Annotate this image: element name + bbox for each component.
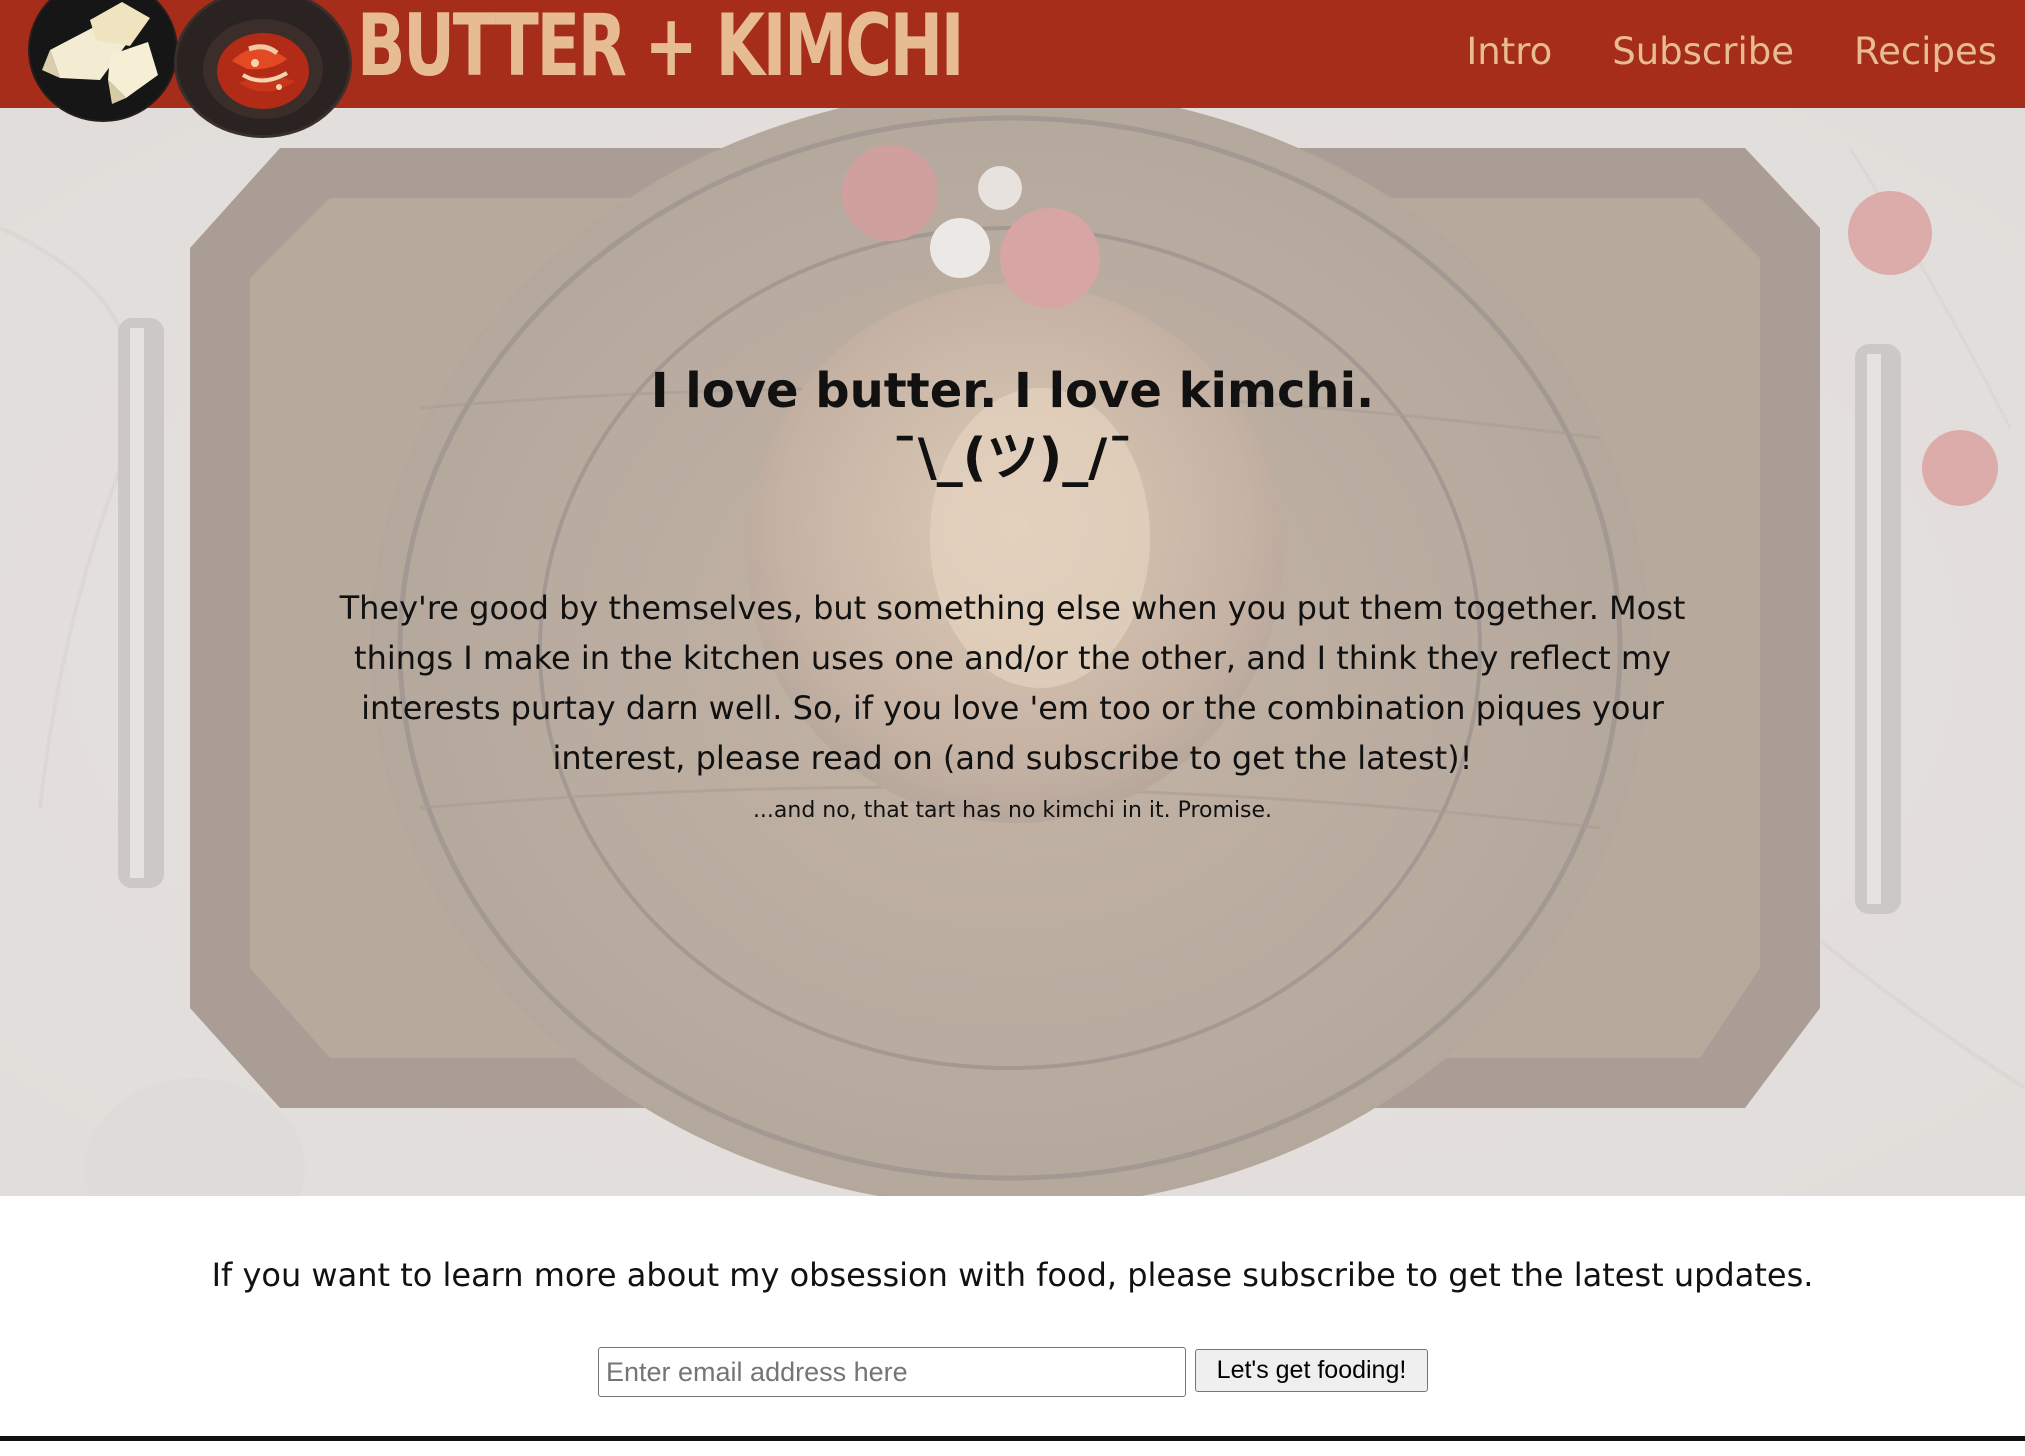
page-bottom-border <box>0 1436 2025 1441</box>
hero-footnote: ...and no, that tart has no kimchi in it… <box>752 798 1273 823</box>
page: BUTTER + KIMCHI Intro Subscribe Recipes <box>0 0 2025 1456</box>
hero-intro-paragraph: They're good by themselves, but somethin… <box>339 589 1686 777</box>
shrug-emoticon: ¯\_(ツ)_/¯ <box>891 428 1134 488</box>
email-input[interactable] <box>598 1347 1186 1397</box>
subscribe-section: If you want to learn more about my obses… <box>0 1196 2025 1440</box>
nav-link-intro[interactable]: Intro <box>1466 22 1552 82</box>
nav-link-recipes[interactable]: Recipes <box>1854 22 1997 82</box>
brand-title[interactable]: BUTTER + KIMCHI <box>357 0 964 96</box>
subscribe-description: If you want to learn more about my obses… <box>211 1256 1814 1294</box>
hero-heading: I love butter. I love kimchi. <box>650 363 1375 419</box>
hero-section: I love butter. I love kimchi. ¯\_(ツ)_/¯ … <box>0 108 2025 1196</box>
main-nav: Intro Subscribe Recipes <box>1466 22 1997 82</box>
subscribe-button[interactable]: Let's get fooding! <box>1195 1349 1428 1392</box>
nav-link-subscribe[interactable]: Subscribe <box>1612 22 1794 82</box>
